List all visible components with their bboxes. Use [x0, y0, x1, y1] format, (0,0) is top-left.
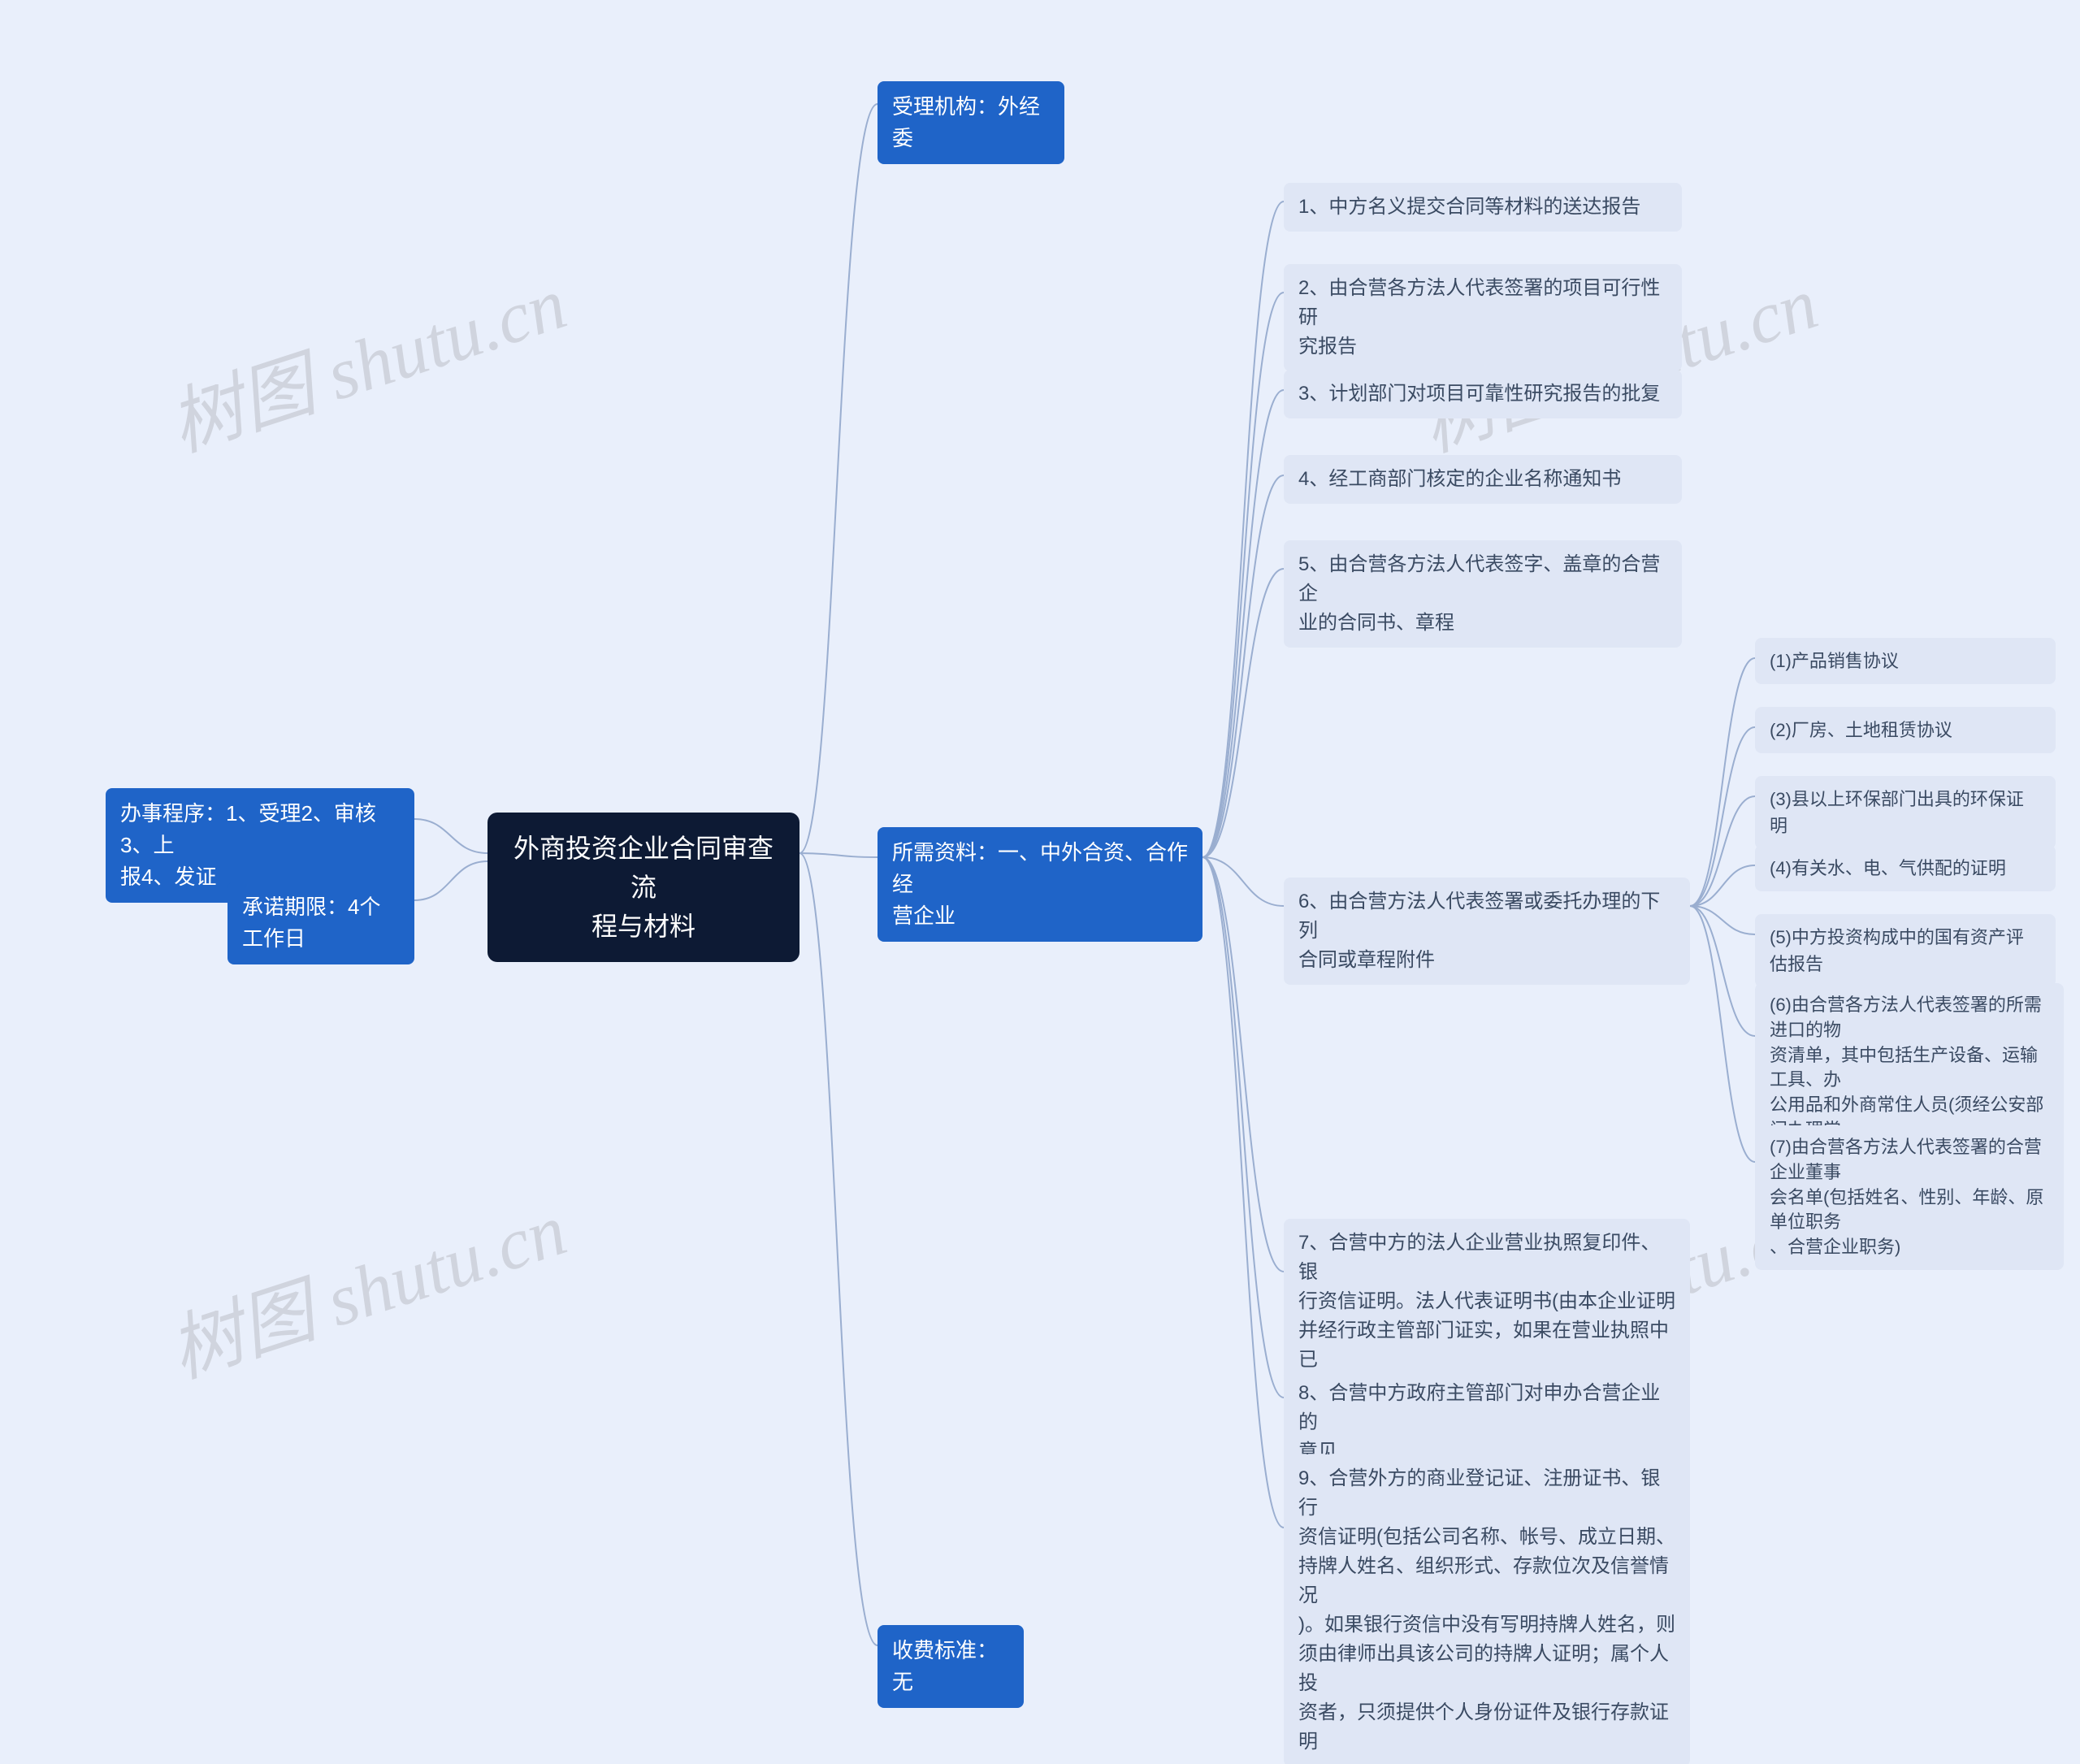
- materials-item-6[interactable]: 6、由合营方法人代表签署或委托办理的下列 合同或章程附件: [1284, 878, 1690, 985]
- m9-l5: 须由律师出具该公司的持牌人证明；属个人投: [1298, 1640, 1675, 1698]
- m7-l2: 行资信证明。法人代表证明书(由本企业证明: [1298, 1287, 1675, 1316]
- materials-item-1[interactable]: 1、中方名义提交合同等材料的送达报告: [1284, 183, 1682, 232]
- m9-l4: )。如果银行资信中没有写明持牌人姓名，则: [1298, 1610, 1675, 1640]
- m2-l2: 究报告: [1298, 332, 1667, 362]
- root-line2: 程与材料: [509, 907, 778, 946]
- m6-sub-3[interactable]: (3)县以上环保部门出具的环保证明: [1755, 776, 2056, 849]
- m7-l3: 并经行政主管部门证实，如果在营业执照中已: [1298, 1316, 1675, 1375]
- m6-l2: 合同或章程附件: [1298, 946, 1675, 975]
- s6-l2: 资清单，其中包括生产设备、运输工具、办: [1770, 1043, 2049, 1094]
- branch-org[interactable]: 受理机构：外经委: [878, 81, 1064, 164]
- m5-l2: 业的合同书、章程: [1298, 609, 1667, 638]
- m6-sub-4[interactable]: (4)有关水、电、气供配的证明: [1755, 845, 2056, 891]
- s7-l1: (7)由合营各方法人代表签署的合营企业董事: [1770, 1135, 2049, 1185]
- m6-sub-5[interactable]: (5)中方投资构成中的国有资产评估报告: [1755, 914, 2056, 987]
- m5-l1: 5、由合营各方法人代表签字、盖章的合营企: [1298, 550, 1667, 609]
- branch-materials-l2: 营企业: [892, 900, 1188, 932]
- materials-item-2[interactable]: 2、由合营各方法人代表签署的项目可行性研 究报告: [1284, 264, 1682, 371]
- left-deadline[interactable]: 承诺期限：4个工作日: [228, 882, 414, 964]
- m6-sub-1[interactable]: (1)产品销售协议: [1755, 638, 2056, 684]
- branch-materials-l1: 所需资料：一、中外合资、合作经: [892, 837, 1188, 900]
- m9-l3: 持牌人姓名、组织形式、存款位次及信誉情况: [1298, 1552, 1675, 1610]
- m6-sub-2[interactable]: (2)厂房、土地租赁协议: [1755, 707, 2056, 753]
- left-procedure-l1: 办事程序：1、受理2、审核3、上: [120, 798, 400, 861]
- m9-l6: 资者，只须提供个人身份证件及银行存款证明: [1298, 1698, 1675, 1757]
- s7-l2: 会名单(包括姓名、性别、年龄、原单位职务: [1770, 1185, 2049, 1236]
- m2-l1: 2、由合营各方法人代表签署的项目可行性研: [1298, 274, 1667, 332]
- root-node[interactable]: 外商投资企业合同审查流 程与材料: [488, 813, 800, 962]
- materials-item-5[interactable]: 5、由合营各方法人代表签字、盖章的合营企 业的合同书、章程: [1284, 540, 1682, 648]
- root-line1: 外商投资企业合同审查流: [509, 829, 778, 907]
- m9-l1: 9、合营外方的商业登记证、注册证书、银行: [1298, 1464, 1675, 1523]
- m6-l1: 6、由合营方法人代表签署或委托办理的下列: [1298, 887, 1675, 946]
- s7-l3: 、合营企业职务): [1770, 1235, 2049, 1260]
- m9-l2: 资信证明(包括公司名称、帐号、成立日期、: [1298, 1523, 1675, 1552]
- materials-item-4[interactable]: 4、经工商部门核定的企业名称通知书: [1284, 455, 1682, 504]
- m7-l1: 7、合营中方的法人企业营业执照复印件、银: [1298, 1229, 1675, 1287]
- s6-l1: (6)由合营各方法人代表签署的所需进口的物: [1770, 993, 2049, 1043]
- branch-fee[interactable]: 收费标准：无: [878, 1625, 1024, 1708]
- materials-item-9[interactable]: 9、合营外方的商业登记证、注册证书、银行 资信证明(包括公司名称、帐号、成立日期…: [1284, 1454, 1690, 1764]
- materials-item-3[interactable]: 3、计划部门对项目可靠性研究报告的批复: [1284, 370, 1682, 418]
- m8-l1: 8、合营中方政府主管部门对申办合营企业的: [1298, 1379, 1675, 1437]
- branch-materials[interactable]: 所需资料：一、中外合资、合作经 营企业: [878, 827, 1202, 942]
- watermark: 树图 shutu.cn: [154, 244, 577, 471]
- m6-sub-7[interactable]: (7)由合营各方法人代表签署的合营企业董事 会名单(包括姓名、性别、年龄、原单位…: [1755, 1125, 2064, 1270]
- watermark: 树图 shutu.cn: [154, 1170, 577, 1398]
